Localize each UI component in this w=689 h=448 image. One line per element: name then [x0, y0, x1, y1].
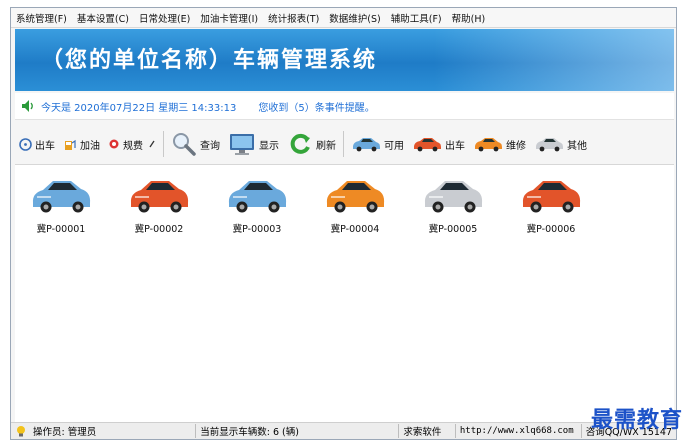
filter-repair-label: 维修 [506, 140, 526, 152]
car-icon [522, 181, 581, 213]
car-icon [130, 181, 189, 213]
menu-help[interactable]: 帮助(H) [447, 11, 491, 25]
orange-car-icon [475, 138, 502, 152]
car-icon [32, 181, 91, 213]
vehicle-tile[interactable]: 冀P-00002 [121, 175, 197, 235]
red-car-icon [414, 138, 441, 152]
query-button[interactable]: 查询 [167, 129, 224, 159]
filter-out-label: 出车 [445, 140, 465, 152]
silver-car-icon [536, 138, 563, 152]
info-bar: 今天是 2020年07月22日 星期三 14:33:13 您收到（5）条事件提醒… [15, 93, 674, 120]
steering-wheel-icon [19, 137, 32, 151]
vendor-panel: 求索软件 [399, 424, 456, 438]
plate-label: 冀P-00001 [36, 224, 86, 235]
url-panel: http://www.xlq668.com [456, 424, 582, 438]
vehicle-list: 冀P-00001 冀P-00002 冀P-00003 冀P-00004 冀P-0… [15, 164, 674, 431]
fuel-icon [65, 139, 76, 150]
filter-repair-button[interactable]: 维修 [469, 129, 530, 159]
refresh-icon [290, 133, 310, 154]
filter-out-button[interactable]: 出车 [408, 129, 469, 159]
lightbulb-icon [17, 426, 25, 437]
menu-basic-settings[interactable]: 基本设置(C) [72, 11, 134, 25]
plate-label: 冀P-00006 [526, 224, 576, 235]
blue-car-icon [353, 138, 380, 152]
vehicle-tile[interactable]: 冀P-00005 [415, 175, 491, 235]
filter-other-label: 其他 [567, 140, 587, 152]
plate-label: 冀P-00003 [232, 224, 282, 235]
event-reminder-link[interactable]: 您收到（5）条事件提醒。 [258, 99, 374, 114]
filter-available-label: 可用 [384, 140, 404, 152]
menu-daily[interactable]: 日常处理(E) [134, 11, 195, 25]
vehicle-count-text: 当前显示车辆数: 6 (辆) [200, 427, 299, 438]
filter-available-button[interactable]: 可用 [347, 129, 408, 159]
refresh-button[interactable]: 刷新 [283, 129, 340, 159]
display-label: 显示 [259, 140, 279, 152]
display-button[interactable]: 显示 [224, 129, 283, 159]
menu-fuel-card[interactable]: 加油卡管理(I) [195, 11, 263, 25]
vehicle-tile[interactable]: 冀P-00004 [317, 175, 393, 235]
chevron-icon [149, 140, 155, 148]
refuel-button[interactable]: 加油 [59, 129, 104, 159]
car-icon [228, 181, 287, 213]
toolbar: 出车 加油 规费 查询 显示 刷新 可用 出车 维修 其他 [15, 126, 674, 162]
query-label: 查询 [200, 140, 220, 152]
filter-other-button[interactable]: 其他 [530, 129, 591, 159]
vehicle-count-panel: 当前显示车辆数: 6 (辆) [196, 424, 400, 438]
vendor-url[interactable]: http://www.xlq668.com [460, 426, 574, 436]
operator-text: 操作员: 管理员 [33, 427, 97, 438]
fee-icon [109, 139, 119, 149]
app-window: 系统管理(F) 基本设置(C) 日常处理(E) 加油卡管理(I) 统计报表(T)… [10, 7, 677, 440]
operator-panel: 操作员: 管理员 [11, 424, 197, 438]
menu-reports[interactable]: 统计报表(T) [263, 11, 324, 25]
menu-tools[interactable]: 辅助工具(F) [386, 11, 447, 25]
vehicle-tile[interactable]: 冀P-00001 [23, 175, 99, 235]
app-banner: （您的单位名称）车辆管理系统 [15, 29, 674, 91]
depart-button[interactable]: 出车 [15, 129, 59, 159]
menu-system[interactable]: 系统管理(F) [11, 11, 72, 25]
menu-bar: 系统管理(F) 基本设置(C) 日常处理(E) 加油卡管理(I) 统计报表(T)… [11, 8, 676, 28]
monitor-icon [230, 134, 254, 155]
plate-label: 冀P-00005 [428, 224, 478, 235]
vehicle-tile[interactable]: 冀P-00003 [219, 175, 295, 235]
date-time-text: 今天是 2020年07月22日 星期三 14:33:13 [41, 102, 237, 114]
speaker-icon [22, 100, 33, 112]
violation-button[interactable]: 规费 [104, 129, 147, 159]
status-bar: 操作员: 管理员 当前显示车辆数: 6 (辆) 求索软件 http://www.… [11, 422, 676, 439]
refresh-label: 刷新 [316, 140, 336, 152]
toolbar-overflow-button[interactable] [147, 129, 160, 159]
app-title: （您的单位名称）车辆管理系统 [41, 47, 378, 73]
watermark: 最需教育 [590, 407, 683, 433]
car-icon [424, 181, 483, 213]
vehicle-tile[interactable]: 冀P-00006 [513, 175, 589, 235]
toolbar-divider [163, 131, 164, 157]
plate-label: 冀P-00002 [134, 224, 184, 235]
magnifier-icon [173, 133, 196, 156]
violation-label: 规费 [123, 140, 143, 152]
depart-label: 出车 [35, 140, 55, 152]
vendor-text: 求索软件 [403, 427, 442, 438]
plate-label: 冀P-00004 [330, 224, 380, 235]
toolbar-divider [343, 131, 344, 157]
refuel-label: 加油 [80, 140, 100, 152]
menu-data-maintenance[interactable]: 数据维护(S) [324, 11, 385, 25]
car-icon [326, 181, 385, 213]
